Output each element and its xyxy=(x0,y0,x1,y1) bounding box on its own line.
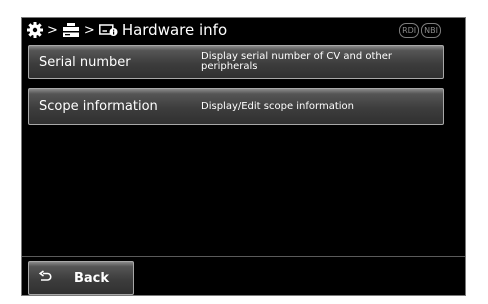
hardware-info-icon xyxy=(98,23,118,37)
gear-icon[interactable] xyxy=(27,22,43,38)
footer-divider xyxy=(22,256,465,257)
return-arrow-icon xyxy=(38,269,52,288)
mode-badges: RDI NBI xyxy=(399,23,441,38)
scope-information-label: Scope information xyxy=(39,99,158,114)
scope-information-button[interactable]: Scope information Display/Edit scope inf… xyxy=(28,88,444,125)
back-button-label: Back xyxy=(74,270,110,286)
rdi-badge: RDI xyxy=(399,23,420,38)
serial-number-label: Serial number xyxy=(39,54,131,70)
breadcrumb: > > Hardware info xyxy=(27,21,227,39)
serial-number-description: Display serial number of CV and other pe… xyxy=(201,51,393,72)
back-button[interactable]: Back xyxy=(28,261,134,295)
breadcrumb-separator: > xyxy=(47,22,58,38)
nbi-badge: NBI xyxy=(421,23,441,38)
screen: > > Hardware info RDI NBI Serial number … xyxy=(21,17,466,296)
serial-number-button[interactable]: Serial number Display serial number of C… xyxy=(28,45,444,79)
page-title: Hardware info xyxy=(121,21,228,39)
scope-information-description: Display/Edit scope information xyxy=(201,100,354,112)
header-bar: > > Hardware info RDI NBI xyxy=(22,18,465,42)
breadcrumb-separator: > xyxy=(83,22,95,38)
equipment-icon[interactable] xyxy=(62,22,80,38)
